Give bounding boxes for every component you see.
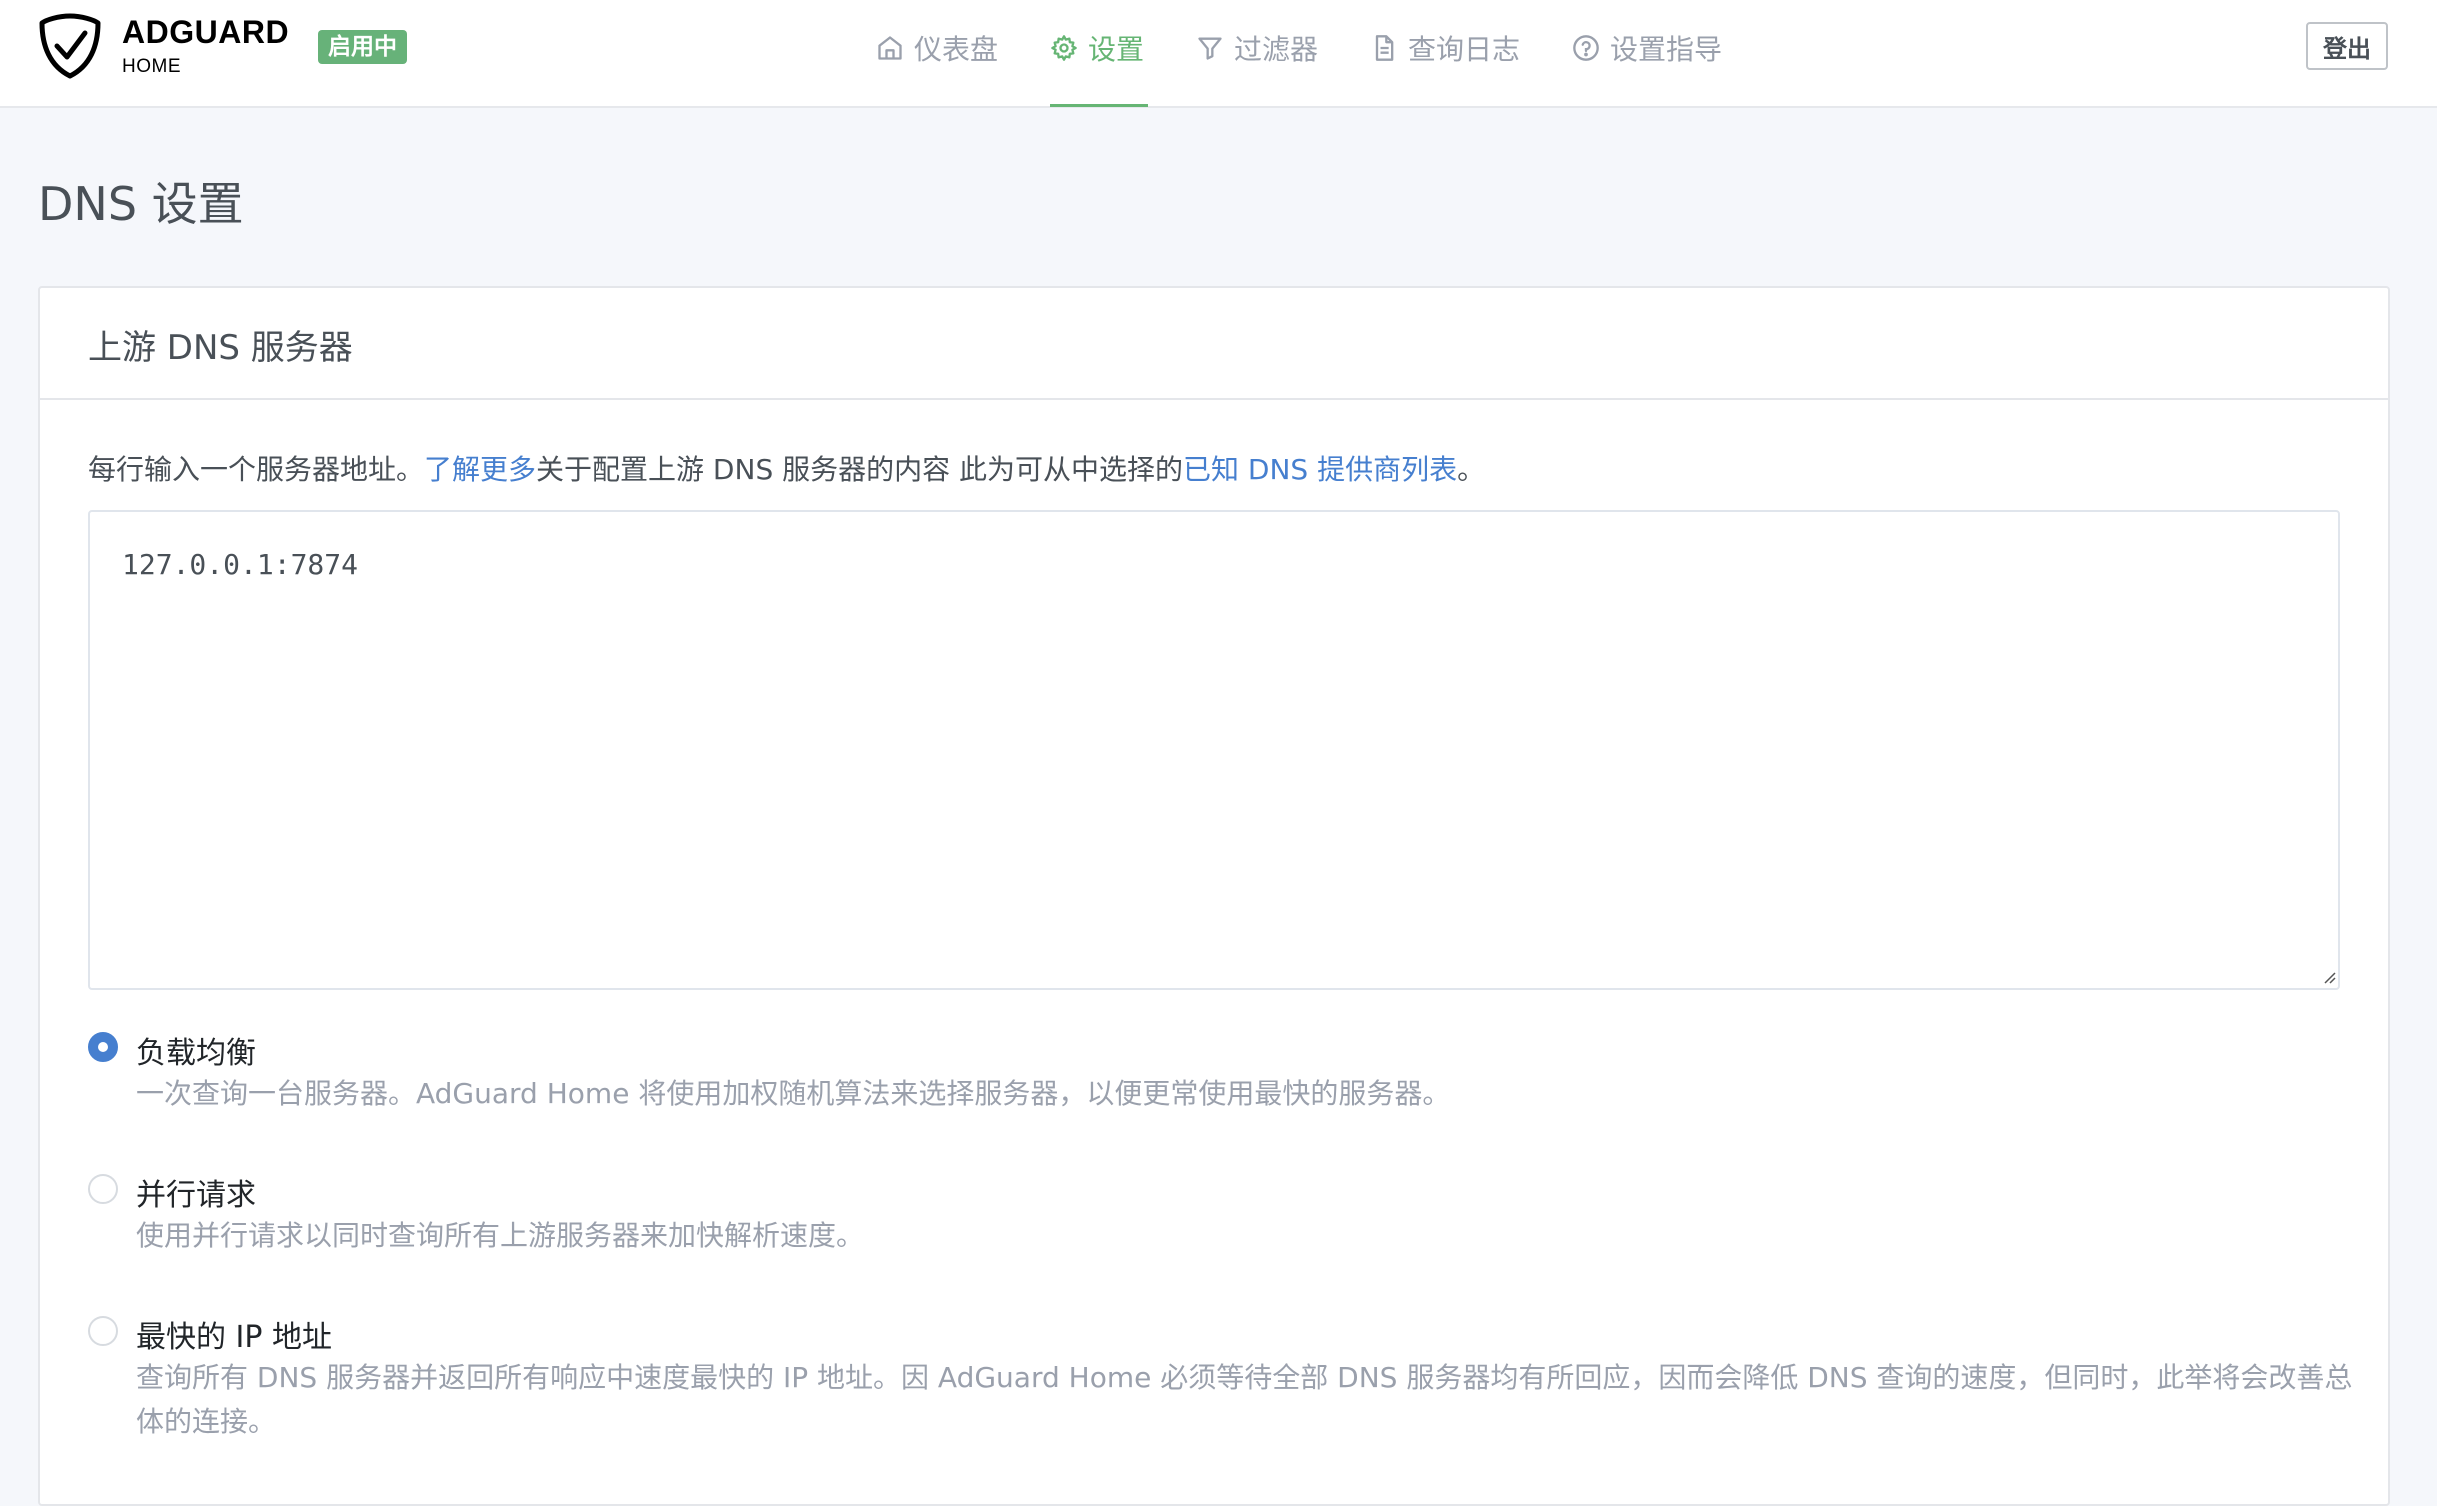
main-nav: 仪表盘 设置 过滤器 查询日志 设置指导 [0,0,2437,108]
document-icon [1375,35,1394,61]
nav-filters-label: 过滤器 [1234,33,1319,66]
nav-setup-guide[interactable]: 设置指导 [1572,26,1722,70]
page-title: DNS 设置 [38,177,244,231]
card-header: 上游 DNS 服务器 [40,288,2388,400]
upstream-dns-card: 上游 DNS 服务器 每行输入一个服务器地址。了解更多关于配置上游 DNS 服务… [38,286,2390,1506]
upstream-servers-textarea[interactable]: 127.0.0.1:7874 [88,510,2340,990]
upstream-description: 每行输入一个服务器地址。了解更多关于配置上游 DNS 服务器的内容 此为可从中选… [88,448,1485,488]
filter-icon [1198,37,1222,60]
radio-option-fastest-ip[interactable]: 最快的 IP 地址 查询所有 DNS 服务器并返回所有响应中速度最快的 IP 地… [88,1312,2358,1446]
learn-more-link[interactable]: 了解更多 [424,453,536,486]
known-providers-link[interactable]: 已知 DNS 提供商列表 [1183,453,1457,486]
logout-button[interactable]: 登出 [2306,22,2388,70]
radio-label-fastest-ip: 最快的 IP 地址 [136,1320,333,1355]
gear-icon [1051,35,1077,61]
nav-filters[interactable]: 过滤器 [1196,26,1318,70]
radio-option-load-balance[interactable]: 负载均衡 一次查询一台服务器。AdGuard Home 将使用加权随机算法来选择… [88,1028,2358,1118]
radio-label-parallel: 并行请求 [136,1178,256,1213]
nav-setup-guide-label: 设置指导 [1610,33,1723,66]
nav-settings-label: 设置 [1088,33,1145,66]
nav-query-log[interactable]: 查询日志 [1370,26,1520,70]
resize-handle-icon[interactable] [2320,968,2336,984]
radio-button-parallel[interactable] [88,1174,118,1204]
top-header: ADGUARD HOME 启用中 仪表盘 设置 过滤器 查询日志 设置指导 登出 [0,0,2437,108]
help-circle-icon [1573,35,1599,61]
radio-desc-load-balance: 一次查询一台服务器。AdGuard Home 将使用加权随机算法来选择服务器，以… [136,1077,1451,1110]
radio-desc-fastest-ip: 查询所有 DNS 服务器并返回所有响应中速度最快的 IP 地址。因 AdGuar… [136,1361,2353,1438]
active-tab-indicator [1050,104,1148,107]
radio-button-fastest-ip[interactable] [88,1316,118,1346]
radio-desc-parallel: 使用并行请求以同时查询所有上游服务器来加快解析速度。 [136,1219,865,1252]
home-icon [878,36,902,60]
desc-prefix: 每行输入一个服务器地址。 [88,453,425,486]
card-title: 上游 DNS 服务器 [88,328,353,368]
radio-button-load-balance[interactable] [88,1032,118,1062]
desc-middle: 关于配置上游 DNS 服务器的内容 此为可从中选择的 [536,453,1184,486]
desc-suffix: 。 [1457,453,1486,486]
nav-dashboard-label: 仪表盘 [914,33,999,66]
radio-label-load-balance: 负载均衡 [136,1036,256,1071]
nav-dashboard[interactable]: 仪表盘 [876,26,998,70]
nav-query-log-label: 查询日志 [1408,33,1521,66]
nav-settings[interactable]: 设置 [1050,26,1144,70]
radio-option-parallel[interactable]: 并行请求 使用并行请求以同时查询所有上游服务器来加快解析速度。 [88,1170,2358,1260]
